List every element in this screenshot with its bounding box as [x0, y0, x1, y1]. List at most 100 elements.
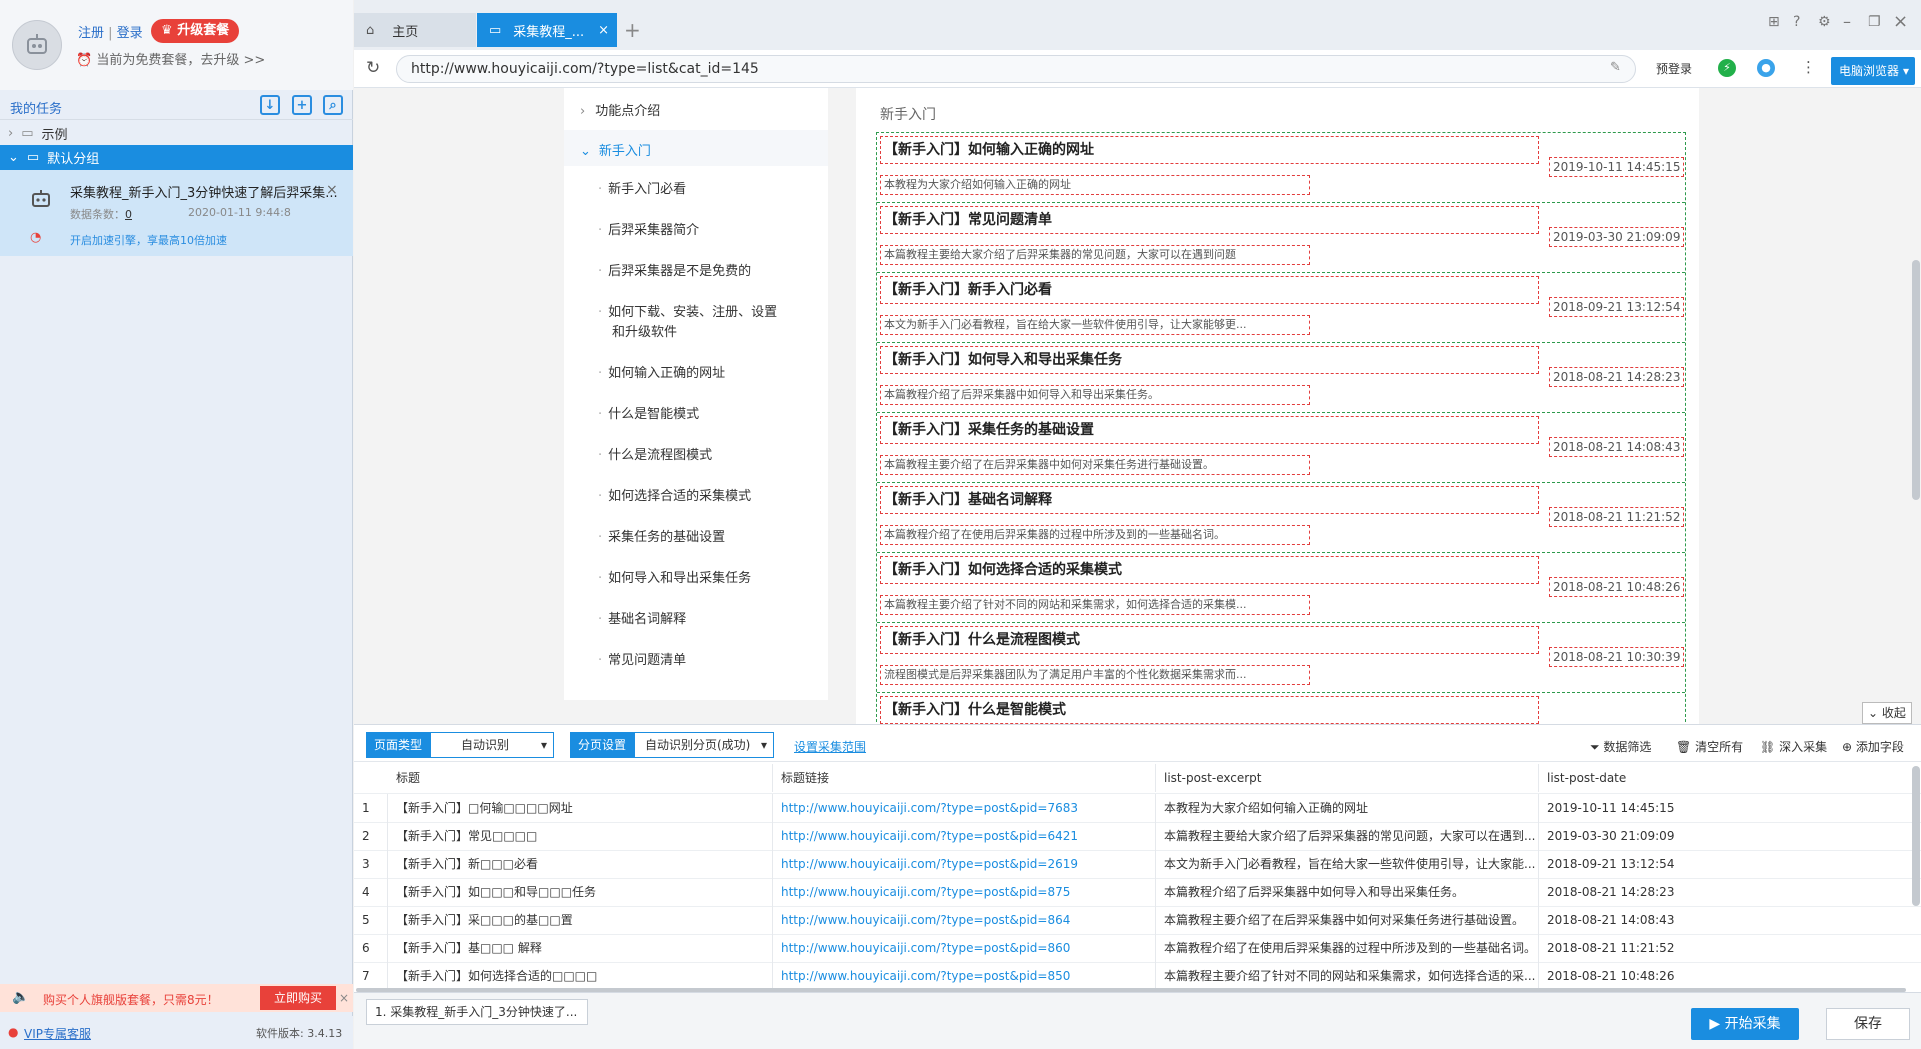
- browser-mode-dropdown[interactable]: 电脑浏览器 ▾: [1831, 57, 1915, 85]
- cell-excerpt[interactable]: 本篇教程主要介绍了针对不同的网站和采集需求，如何选择合适的采...: [1156, 962, 1539, 990]
- cell-excerpt[interactable]: 本教程为大家介绍如何输入正确的网址: [1156, 794, 1539, 822]
- column-header-date[interactable]: list-post-date: [1539, 764, 1909, 792]
- column-header-title[interactable]: 标题: [388, 764, 773, 792]
- cell-date[interactable]: 2018-08-21 10:48:26: [1539, 962, 1909, 990]
- more-icon[interactable]: ⋮: [1801, 58, 1816, 76]
- help-icon[interactable]: ?: [1793, 14, 1800, 30]
- new-task-icon[interactable]: +: [292, 95, 312, 115]
- url-input[interactable]: http://www.houyicaiji.com/?type=list&cat…: [396, 55, 1636, 83]
- cell-excerpt[interactable]: 本文为新手入门必看教程，旨在给大家一些软件使用引导，让大家能...: [1156, 850, 1539, 878]
- save-button[interactable]: 保存: [1826, 1008, 1910, 1040]
- nav-group-beginner[interactable]: ⌄ 新手入门: [580, 140, 651, 159]
- nav-item[interactable]: · 新手入门必看: [598, 178, 686, 197]
- nav-item[interactable]: · 如何导入和导出采集任务: [598, 567, 751, 586]
- cell-title[interactable]: 【新手入门】常见□□□□: [388, 822, 773, 850]
- post-title[interactable]: 【新手入门】新手入门必看: [880, 276, 1539, 304]
- login-link[interactable]: 登录: [117, 26, 143, 41]
- accelerate-link[interactable]: 开启加速引擎，享最高10倍加速: [70, 232, 227, 248]
- nav-item[interactable]: · 后羿采集器是不是免费的: [598, 260, 751, 279]
- tab-tutorial[interactable]: ▭ 采集教程_... ×: [477, 13, 617, 47]
- nav-item[interactable]: · 如何下载、安装、注册、设置: [598, 301, 777, 320]
- buy-now-button[interactable]: 立即购买: [260, 986, 336, 1010]
- nav-item[interactable]: · 常见问题清单: [598, 649, 686, 668]
- avatar[interactable]: [12, 20, 62, 70]
- nav-item-continued[interactable]: 和升级软件: [612, 321, 677, 340]
- post-item[interactable]: 【新手入门】如何选择合适的采集模式 2018-08-21 10:48:26 本篇教程…: [877, 553, 1685, 623]
- post-title[interactable]: 【新手入门】常见问题清单: [880, 206, 1539, 234]
- restore-icon[interactable]: ❐: [1868, 14, 1881, 30]
- post-item[interactable]: 【新手入门】采集任务的基础设置 2018-08-21 14:08:43 本篇教程主要…: [877, 413, 1685, 483]
- cell-date[interactable]: 2019-03-30 21:09:09: [1539, 822, 1909, 850]
- tree-item-default-group[interactable]: ⌄ ▭ 默认分组: [0, 145, 353, 170]
- register-link[interactable]: 注册: [78, 26, 104, 41]
- add-tab-icon[interactable]: +: [624, 18, 641, 42]
- vip-support-link[interactable]: VIP专属客服: [24, 1025, 91, 1042]
- nav-item[interactable]: · 后羿采集器简介: [598, 219, 699, 238]
- nav-item[interactable]: · 什么是智能模式: [598, 403, 699, 422]
- web-scrollbar[interactable]: [1912, 260, 1920, 500]
- post-item[interactable]: 【新手入门】什么是流程图模式 2018-08-21 10:30:39 流程图模式是后…: [877, 623, 1685, 693]
- nav-item[interactable]: · 如何输入正确的网址: [598, 362, 725, 381]
- close-icon[interactable]: ×: [326, 182, 338, 198]
- cell-title[interactable]: 【新手入门】新□□□必看: [388, 850, 773, 878]
- post-item[interactable]: 【新手入门】什么是智能模式: [877, 693, 1685, 724]
- task-tab[interactable]: 1. 采集教程_新手入门_3分钟快速了...: [366, 999, 588, 1025]
- post-item[interactable]: 【新手入门】如何输入正确的网址 2019-10-11 14:45:15 本教程为大家…: [877, 133, 1685, 203]
- prelogin-button[interactable]: 预登录: [1656, 60, 1692, 77]
- refresh-icon[interactable]: ↻: [366, 58, 380, 78]
- nav-item[interactable]: · 基础名词解释: [598, 608, 686, 627]
- cell-date[interactable]: 2019-10-11 14:45:15: [1539, 794, 1909, 822]
- upgrade-button[interactable]: ♛ 升级套餐: [151, 19, 240, 43]
- gear-icon[interactable]: ⚙: [1818, 14, 1831, 30]
- page-type-select[interactable]: 自动识别 ▾: [430, 732, 554, 758]
- cell-title[interactable]: 【新手入门】如何选择合适的□□□□: [388, 962, 773, 990]
- nav-item[interactable]: · 如何选择合适的采集模式: [598, 485, 751, 504]
- post-title[interactable]: 【新手入门】如何选择合适的采集模式: [880, 556, 1539, 584]
- cell-date[interactable]: 2018-08-21 11:21:52: [1539, 934, 1909, 962]
- cell-date[interactable]: 2018-09-21 13:12:54: [1539, 850, 1909, 878]
- search-task-icon[interactable]: ⌕: [323, 95, 343, 115]
- gift-icon[interactable]: ⊞: [1768, 14, 1780, 30]
- import-task-icon[interactable]: ↓: [260, 95, 280, 115]
- nav-item[interactable]: · 什么是流程图模式: [598, 444, 712, 463]
- cell-excerpt[interactable]: 本篇教程介绍了后羿采集器中如何导入和导出采集任务。: [1156, 878, 1539, 906]
- user-agent-icon[interactable]: ●: [1757, 59, 1775, 77]
- set-range-link[interactable]: 设置采集范围: [794, 738, 866, 755]
- post-item[interactable]: 【新手入门】新手入门必看 2018-09-21 13:12:54 本文为新手入门必看…: [877, 273, 1685, 343]
- paging-select[interactable]: 自动识别分页(成功) ▾: [634, 732, 774, 758]
- cell-excerpt[interactable]: 本篇教程主要介绍了在后羿采集器中如何对采集任务进行基础设置。: [1156, 906, 1539, 934]
- close-tab-icon[interactable]: ×: [598, 23, 609, 38]
- cell-link[interactable]: http://www.houyicaiji.com/?type=post&pid…: [773, 962, 1156, 990]
- cell-excerpt[interactable]: 本篇教程主要给大家介绍了后羿采集器的常见问题，大家可以在遇到...: [1156, 822, 1539, 850]
- post-title[interactable]: 【新手入门】基础名词解释: [880, 486, 1539, 514]
- post-title[interactable]: 【新手入门】什么是智能模式: [880, 696, 1539, 724]
- edit-icon[interactable]: ✎: [1610, 60, 1621, 75]
- cell-link[interactable]: http://www.houyicaiji.com/?type=post&pid…: [773, 822, 1156, 850]
- task-count-value[interactable]: 0: [125, 208, 132, 221]
- cell-excerpt[interactable]: 本篇教程介绍了在使用后羿采集器的过程中所涉及到的一些基础名词。: [1156, 934, 1539, 962]
- filter-button[interactable]: ⏷ 数据筛选: [1590, 738, 1651, 755]
- close-promo-icon[interactable]: ×: [339, 991, 349, 1005]
- post-item[interactable]: 【新手入门】常见问题清单 2019-03-30 21:09:09 本篇教程主要给大家…: [877, 203, 1685, 273]
- post-title[interactable]: 【新手入门】什么是流程图模式: [880, 626, 1539, 654]
- start-collect-button[interactable]: ▶ 开始采集: [1691, 1008, 1799, 1040]
- cell-title[interactable]: 【新手入门】□何输□□□□网址: [388, 794, 773, 822]
- cell-link[interactable]: http://www.houyicaiji.com/?type=post&pid…: [773, 794, 1156, 822]
- minimize-icon[interactable]: –: [1843, 12, 1851, 31]
- cell-link[interactable]: http://www.houyicaiji.com/?type=post&pid…: [773, 906, 1156, 934]
- cell-date[interactable]: 2018-08-21 14:08:43: [1539, 906, 1909, 934]
- post-title[interactable]: 【新手入门】如何导入和导出采集任务: [880, 346, 1539, 374]
- cell-title[interactable]: 【新手入门】基□□□ 解释: [388, 934, 773, 962]
- post-item[interactable]: 【新手入门】如何导入和导出采集任务 2018-08-21 14:28:23 本篇教程…: [877, 343, 1685, 413]
- plan-info[interactable]: ⏰ 当前为免费套餐，去升级 >>: [76, 49, 265, 68]
- cell-link[interactable]: http://www.houyicaiji.com/?type=post&pid…: [773, 850, 1156, 878]
- post-item[interactable]: 【新手入门】基础名词解释 2018-08-21 11:21:52 本篇教程介绍了在使…: [877, 483, 1685, 553]
- post-title[interactable]: 【新手入门】如何输入正确的网址: [880, 136, 1539, 164]
- deep-collect-button[interactable]: ⛓ 深入采集: [1760, 738, 1827, 755]
- flash-icon[interactable]: ⚡: [1718, 59, 1736, 77]
- column-header-link[interactable]: 标题链接: [773, 764, 1156, 792]
- cell-link[interactable]: http://www.houyicaiji.com/?type=post&pid…: [773, 878, 1156, 906]
- nav-item[interactable]: · 采集任务的基础设置: [598, 526, 725, 545]
- task-name[interactable]: 采集教程_新手入门_3分钟快速了解后羿采集...: [70, 182, 338, 201]
- cell-title[interactable]: 【新手入门】如□□□和导□□□任务: [388, 878, 773, 906]
